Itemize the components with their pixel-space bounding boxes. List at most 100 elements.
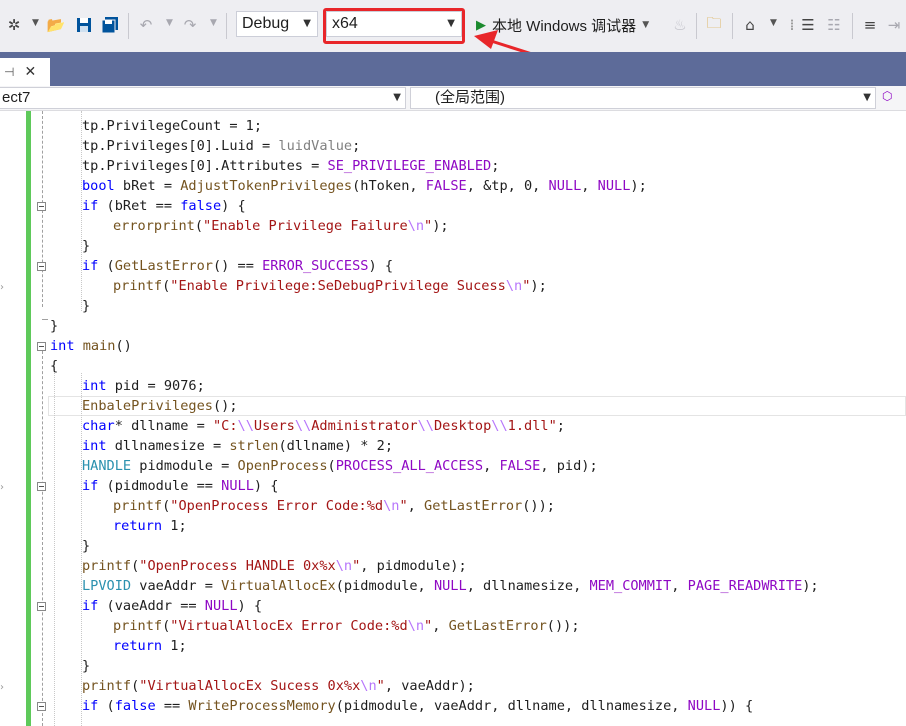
browser-dropdown-icon[interactable]: ▼ [770, 18, 777, 28]
code-line[interactable]: printf("Enable Privilege:SeDebugPrivileg… [113, 276, 547, 296]
collapse-toggle[interactable] [37, 602, 46, 611]
member-icon[interactable]: ⬡ [882, 89, 892, 103]
project-select[interactable]: ect7 ▼ [0, 87, 406, 109]
code-editor[interactable]: › › › tp.PrivilegeCount = 1; tp.Privilege… [0, 111, 906, 726]
code-line[interactable]: int main() [50, 336, 132, 356]
code-token: \\ [237, 418, 254, 434]
code-token: printf [113, 618, 163, 634]
code-token: } [82, 298, 91, 314]
code-line[interactable]: if (pidmodule == NULL) { [82, 476, 278, 496]
format-icon[interactable]: ≡ [860, 14, 880, 36]
code-token: , [671, 578, 688, 594]
redo-dropdown-icon[interactable]: ▼ [210, 18, 217, 28]
code-line[interactable]: if (bRet == false) { [82, 196, 246, 216]
close-icon[interactable]: ✕ [24, 64, 36, 80]
code-line[interactable]: printf("VirtualAllocEx Error Code:%d\n",… [113, 616, 580, 636]
code-token: tp.PrivilegeCount = 1; [82, 118, 263, 134]
code-token: \n [505, 278, 523, 294]
code-line[interactable]: } [50, 316, 58, 336]
code-token: (vaeAddr == [98, 598, 205, 614]
code-token: int [50, 338, 75, 354]
code-token: " [424, 218, 433, 234]
code-token: ); [630, 178, 647, 194]
solution-config-select[interactable]: Debug ▼ [236, 11, 318, 37]
hot-reload-icon[interactable]: ♨ [670, 14, 690, 36]
code-token: ()); [522, 498, 555, 514]
find-in-files-icon[interactable]: 🗀 [704, 14, 724, 36]
code-line[interactable]: tp.Privileges[0].Luid = luidValue; [82, 136, 360, 156]
code-token: FALSE [499, 458, 541, 474]
code-line[interactable]: if (vaeAddr == NULL) { [82, 596, 262, 616]
code-line[interactable]: LPVOID vaeAddr = VirtualAllocEx(pidmodul… [82, 576, 819, 596]
code-line[interactable]: HANDLE pidmodule = OpenProcess(PROCESS_A… [82, 456, 598, 476]
code-line[interactable]: bool bRet = AdjustTokenPrivileges(hToken… [82, 176, 647, 196]
collapse-toggle[interactable] [37, 262, 46, 271]
code-line[interactable]: } [82, 296, 90, 316]
pin-icon[interactable]: ⊣ [4, 65, 14, 79]
undo-icon[interactable]: ↶ [136, 14, 156, 36]
code-line[interactable]: tp.Privileges[0].Attributes = SE_PRIVILE… [82, 156, 499, 176]
indent-icon[interactable]: ⇥ [884, 14, 904, 36]
collapse-toggle[interactable] [37, 202, 46, 211]
save-all-icon[interactable] [100, 14, 120, 36]
toolbar-separator [696, 13, 697, 39]
code-token: ; [556, 418, 565, 434]
code-token: , [483, 458, 500, 474]
scope-select[interactable]: (全局范围) ▼ [410, 87, 876, 109]
margin-marker-icon: › [0, 282, 4, 293]
code-token: "OpenProcess Error Code:%d [170, 498, 384, 514]
code-token: GetLastError [448, 618, 547, 634]
code-line[interactable]: return 1; [113, 636, 187, 656]
document-tab[interactable]: ⊣ ✕ [0, 58, 50, 86]
code-token: return [113, 638, 163, 654]
code-token: pidmodule = [131, 458, 238, 474]
open-folder-icon[interactable]: 📂 [46, 14, 66, 36]
code-line[interactable]: if (false == WriteProcessMemory(pidmodul… [82, 696, 753, 716]
code-token: } [82, 538, 91, 554]
code-line[interactable]: EnbalePrivileges(); [82, 396, 238, 416]
undo-dropdown-icon[interactable]: ▼ [166, 18, 173, 28]
browser-icon[interactable]: ⌂ [740, 14, 760, 36]
code-token: == [155, 698, 189, 714]
code-token: pid = 9076; [106, 378, 205, 394]
save-icon[interactable] [74, 14, 94, 36]
code-line[interactable]: { [50, 356, 58, 376]
code-token: "VirtualAllocEx Error Code:%d [170, 618, 408, 634]
code-line[interactable]: } [82, 236, 90, 256]
code-token: WriteProcessMemory [188, 698, 336, 714]
code-line[interactable]: return 1; [113, 516, 187, 536]
redo-icon[interactable]: ↷ [180, 14, 200, 36]
code-line[interactable]: errorprint("Enable Privilege Failure\n")… [113, 216, 449, 236]
code-token: ); [530, 278, 547, 294]
code-token: } [82, 238, 91, 254]
code-line[interactable]: int pid = 9076; [82, 376, 205, 396]
margin-marker-icon: › [0, 482, 4, 493]
code-line[interactable]: char* dllname = "C:\\Users\\Administrato… [82, 416, 565, 436]
code-token: } [82, 658, 91, 674]
collapse-toggle[interactable] [37, 482, 46, 491]
collapse-toggle[interactable] [37, 342, 46, 351]
comment-lines-icon[interactable]: ☰ [798, 14, 818, 36]
code-line[interactable]: if (GetLastError() == ERROR_SUCCESS) { [82, 256, 393, 276]
code-token: bRet = [114, 178, 181, 194]
code-line[interactable]: int dllnamesize = strlen(dllname) * 2; [82, 436, 393, 456]
code-token: ) { [368, 258, 394, 274]
code-token: " [399, 498, 408, 514]
code-line[interactable]: } [82, 656, 90, 676]
new-item-icon[interactable]: ✲ [4, 14, 24, 36]
code-line[interactable]: tp.PrivilegeCount = 1; [82, 116, 262, 136]
code-token: } [50, 318, 59, 334]
code-token: ()); [546, 618, 580, 634]
navigation-bar: ect7 ▼ (全局范围) ▼ ⬡ [0, 86, 906, 111]
code-line[interactable]: printf("OpenProcess HANDLE 0x%x\n", pidm… [82, 556, 467, 576]
chevron-down-icon: ▼ [393, 92, 401, 103]
code-line[interactable]: printf("OpenProcess Error Code:%d\n", Ge… [113, 496, 555, 516]
uncomment-lines-icon[interactable]: ☷ [824, 14, 844, 36]
collapse-toggle[interactable] [37, 702, 46, 711]
code-line[interactable]: printf("VirtualAllocEx Sucess 0x%x\n", v… [82, 676, 475, 696]
code-token: "C: [212, 418, 238, 434]
code-line[interactable]: } [82, 536, 90, 556]
toolbar-separator [732, 13, 733, 39]
code-token: if [82, 478, 99, 494]
new-item-dropdown-icon[interactable]: ▼ [32, 18, 39, 28]
